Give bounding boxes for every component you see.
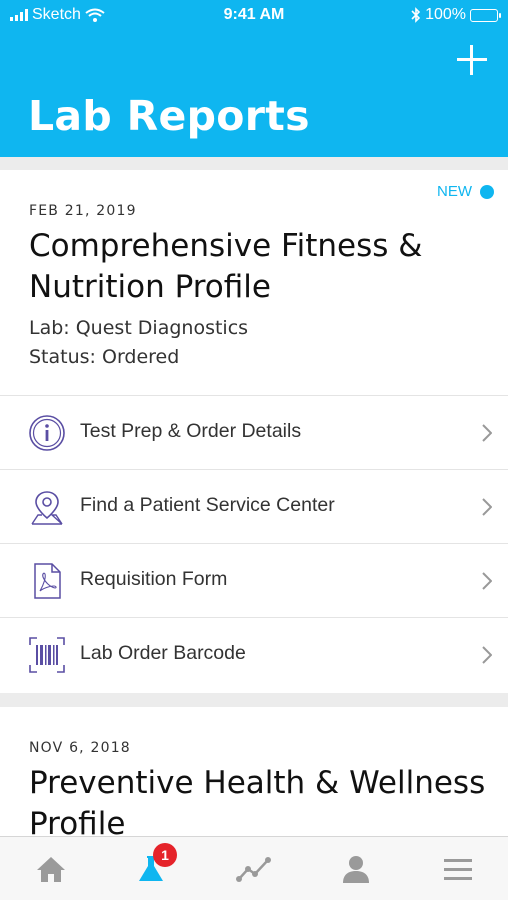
pdf-document-icon [34,563,61,599]
action-label: Lab Order Barcode [80,642,246,664]
report-lab: Lab: Quest Diagnostics [29,317,249,339]
info-icon [29,415,65,451]
home-icon [37,857,65,882]
new-badge-label: NEW [437,183,472,200]
barcode-icon [29,637,65,673]
tab-bar: 1 [0,836,508,900]
chevron-right-icon [482,646,492,664]
new-dot-icon [480,184,494,199]
action-label: Find a Patient Service Center [80,494,335,516]
report-title: Comprehensive Fitness & Nutrition Profil… [29,228,423,305]
action-row-requisition[interactable]: Requisition Form [0,543,508,617]
new-badge: NEW [437,183,494,200]
tab-home[interactable] [33,851,69,887]
tab-badge: 1 [153,843,177,867]
report-title: Preventive Health & Wellness Profile [29,765,486,842]
action-row-test-prep[interactable]: Test Prep & Order Details [0,395,508,469]
chevron-right-icon [482,498,492,516]
tab-profile[interactable] [338,851,374,887]
report-status: Status: Ordered [29,346,180,368]
action-label: Test Prep & Order Details [80,420,302,442]
battery-percent: 100% [425,6,466,23]
tab-trends[interactable] [236,851,272,887]
add-report-button[interactable] [454,42,490,78]
app-header: Sketch 9:41 AM 100% Lab Reports [0,0,508,157]
status-right: 100% [411,6,501,24]
action-label: Requisition Form [80,568,228,590]
map-pin-icon [31,491,63,525]
action-row-barcode[interactable]: Lab Order Barcode [0,617,508,691]
bluetooth-icon [411,7,421,23]
trends-icon [236,857,271,882]
action-row-find-center[interactable]: Find a Patient Service Center [0,469,508,543]
chevron-right-icon [482,572,492,590]
report-card[interactable]: NOV 6, 2018 Preventive Health & Wellness… [0,707,508,847]
profile-icon [343,856,369,883]
report-date: NOV 6, 2018 [29,740,131,756]
menu-icon [444,859,472,880]
page-title: Lab Reports [28,92,310,140]
tab-lab[interactable]: 1 [133,843,177,887]
battery-icon [470,8,501,22]
report-date: FEB 21, 2019 [29,203,137,219]
status-bar: Sketch 9:41 AM 100% [0,0,508,30]
report-card: NEW FEB 21, 2019 Comprehensive Fitness &… [0,170,508,693]
tab-menu[interactable] [440,851,476,887]
chevron-right-icon [482,424,492,442]
